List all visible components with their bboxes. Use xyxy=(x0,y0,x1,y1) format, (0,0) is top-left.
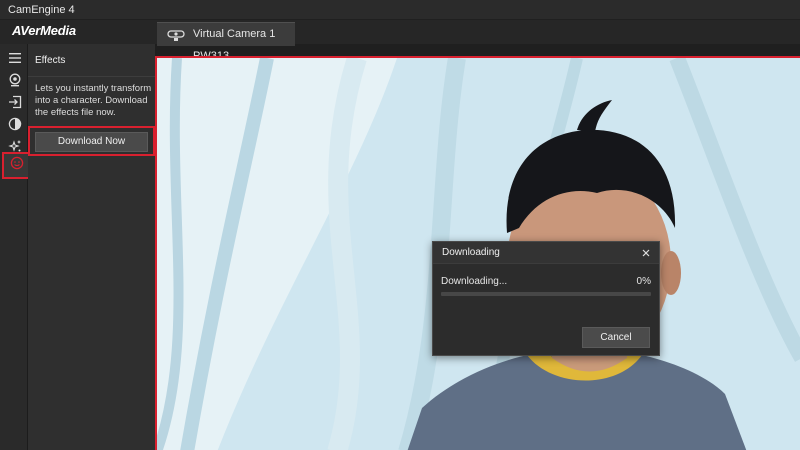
webcam-icon xyxy=(8,73,22,92)
dialog-header: Downloading xyxy=(433,242,659,264)
adjust-button[interactable] xyxy=(4,116,26,136)
ar-effects-button[interactable] xyxy=(2,152,31,179)
webcam-icon xyxy=(167,28,185,50)
download-highlight: Download Now xyxy=(28,126,155,156)
cancel-button[interactable]: Cancel xyxy=(582,327,650,348)
contrast-icon xyxy=(8,117,22,136)
divider xyxy=(28,76,155,77)
ar-face-icon xyxy=(10,156,24,175)
menu-button[interactable] xyxy=(4,50,26,70)
download-status: Downloading... xyxy=(441,276,508,287)
tab-bar: Virtual Camera 1 PW313 xyxy=(155,20,800,62)
hamburger-menu-icon xyxy=(8,51,22,69)
window-title: CamEngine 4 xyxy=(8,4,75,16)
title-bar: CamEngine 4 xyxy=(0,0,800,20)
enter-icon xyxy=(8,95,22,114)
camera-button[interactable] xyxy=(4,72,26,92)
close-icon[interactable] xyxy=(639,246,653,260)
tab-virtual-camera[interactable]: Virtual Camera 1 PW313 xyxy=(157,22,295,62)
panel-description: Lets you instantly transform into a char… xyxy=(35,83,152,118)
progress-bar xyxy=(441,292,651,296)
panel-title: Effects xyxy=(35,55,66,66)
input-button[interactable] xyxy=(4,94,26,114)
download-dialog: Downloading Downloading... 0% Cancel xyxy=(432,241,660,356)
download-percent: 0% xyxy=(636,276,651,287)
app-window: CamEngine 4 AVerMedia Virtual Camera 1 P… xyxy=(0,0,800,450)
download-now-button[interactable]: Download Now xyxy=(35,132,148,152)
brand-bar: AVerMedia xyxy=(0,20,155,44)
icon-rail xyxy=(0,44,31,450)
avermedia-logo: AVerMedia xyxy=(12,23,76,38)
effects-panel: Effects Lets you instantly transform int… xyxy=(28,44,155,450)
dialog-title: Downloading xyxy=(442,247,500,258)
